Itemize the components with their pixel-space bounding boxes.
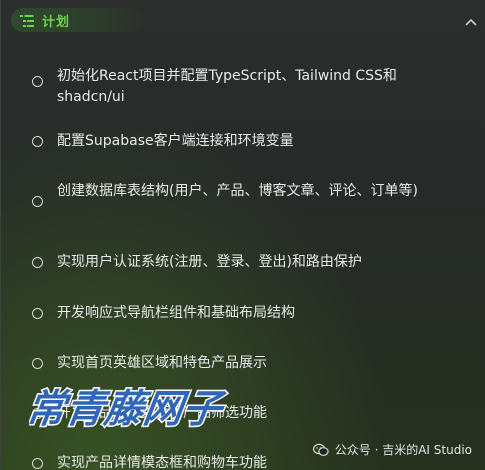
source-text: 公众号 · 吉米的AI Studio xyxy=(334,443,472,457)
task-label: 初始化React项目并配置TypeScript、Tailwind CSS和sha… xyxy=(57,68,397,105)
task-checkbox[interactable] xyxy=(32,458,43,469)
task-label: 实现首页英雄区域和特色产品展示 xyxy=(57,355,267,371)
plan-title: 计划 xyxy=(42,14,71,30)
task-list-icon xyxy=(20,13,34,27)
task-checkbox[interactable] xyxy=(32,308,43,319)
svg-text:常青藤网子: 常青藤网子 xyxy=(29,387,228,432)
plan-panel: 计划 初始化React项目并配置TypeScript、Tailwind CSS和… xyxy=(0,0,485,470)
task-checkbox[interactable] xyxy=(32,196,43,207)
task-label: 开发响应式导航栏组件和基础布局结构 xyxy=(57,305,295,321)
wechat-icon xyxy=(312,443,329,457)
task-checkbox[interactable] xyxy=(32,76,43,87)
plan-header[interactable]: 计划 xyxy=(1,0,485,38)
brand-watermark: 常青藤网子 xyxy=(29,386,230,434)
task-checkbox[interactable] xyxy=(32,358,43,369)
task-checkbox[interactable] xyxy=(32,136,43,147)
source-watermark: 公众号 · 吉米的AI Studio xyxy=(312,441,472,458)
task-checkbox[interactable] xyxy=(32,257,43,268)
task-label: 实现用户认证系统(注册、登录、登出)和路由保护 xyxy=(57,254,362,270)
task-label: 创建数据库表结构(用户、产品、博客文章、评论、订单等) xyxy=(57,183,418,199)
task-label: 配置Supabase客户端连接和环境变量 xyxy=(57,133,294,149)
chevron-up-icon[interactable] xyxy=(464,12,478,26)
plan-title-chip[interactable]: 计划 xyxy=(11,8,145,32)
